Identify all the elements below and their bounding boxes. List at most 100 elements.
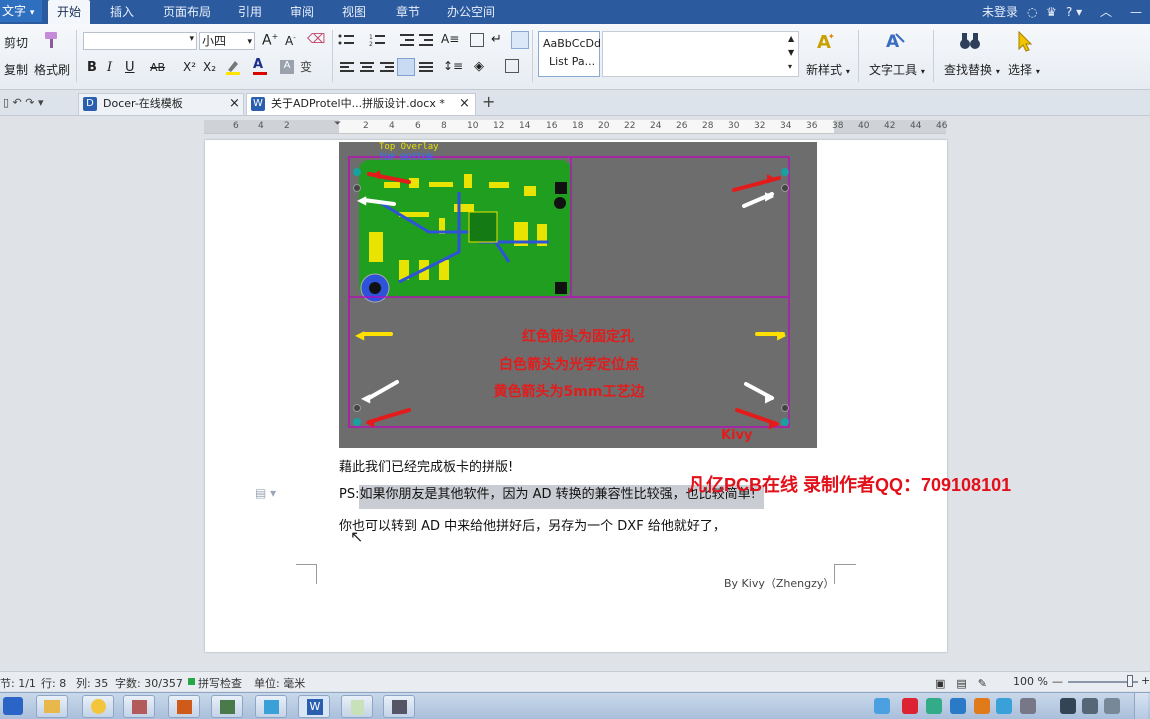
font-size-select[interactable]: 小四 ▾ <box>199 32 255 50</box>
font-color-icon[interactable]: A <box>253 57 267 75</box>
clear-format-icon[interactable]: ⌫ <box>307 32 325 47</box>
bullet-list-icon[interactable] <box>338 33 354 47</box>
numbered-list-icon[interactable]: 12 <box>369 33 385 48</box>
document-line-1[interactable]: 藉此我们已经完成板卡的拼版! <box>339 456 513 475</box>
align-right-icon[interactable] <box>380 61 394 75</box>
shading-icon[interactable]: ◈ <box>474 59 484 74</box>
tray-icon[interactable] <box>926 698 942 714</box>
font-name-select[interactable]: ▾ <box>83 32 197 50</box>
login-status[interactable]: 未登录 <box>982 0 1018 24</box>
horizontal-ruler[interactable]: 6 4 2 2 4 6 8 10 12 14 16 18 20 22 24 26 28 30 32 34 36 38 40 4… <box>204 120 947 134</box>
copy-button[interactable]: 复制 <box>4 61 28 78</box>
decrease-indent-icon[interactable] <box>400 33 414 47</box>
help-icon[interactable]: ? ▾ <box>1066 0 1082 24</box>
zoom-out-icon[interactable]: — <box>1052 675 1063 688</box>
text-tools-button[interactable]: 文字工具 ▾ <box>869 61 925 78</box>
new-style-icon[interactable]: A ✦ <box>815 30 837 53</box>
italic-icon[interactable]: I <box>107 60 112 75</box>
new-tab-icon[interactable]: + <box>482 92 495 111</box>
new-style-button[interactable]: 新样式 ▾ <box>806 61 850 78</box>
distributed-icon[interactable] <box>419 61 433 75</box>
shrink-font-icon[interactable]: A- <box>285 34 296 48</box>
taskbar-app-icon[interactable] <box>123 695 155 718</box>
indent-marker-icon[interactable]: ⏷ <box>334 119 341 129</box>
status-zoom[interactable]: 100 % <box>1013 675 1048 688</box>
taskbar-app-icon[interactable] <box>255 695 287 718</box>
start-button-icon[interactable] <box>3 697 23 715</box>
taskbar-explorer-icon[interactable] <box>36 695 68 718</box>
skin-icon[interactable]: ♛ <box>1046 0 1057 24</box>
tab-home[interactable]: 开始 <box>48 0 90 24</box>
tray-icon[interactable] <box>1020 698 1036 714</box>
binoculars-icon[interactable] <box>958 30 982 52</box>
highlight-icon[interactable] <box>225 58 241 76</box>
volume-icon[interactable] <box>1082 698 1098 714</box>
zoom-slider-thumb[interactable] <box>1127 675 1133 687</box>
quick-access-icons[interactable]: ▯ ↶ ↷ ▾ <box>3 96 44 109</box>
border-icon[interactable] <box>505 59 519 73</box>
pinyin-icon[interactable]: 变 <box>300 58 312 75</box>
paragraph-handle-icon[interactable]: ▤ ▾ <box>255 486 276 500</box>
minimize-icon[interactable]: — <box>1130 0 1142 24</box>
tab-docer-templates[interactable]: D Docer-在线模板 × <box>78 93 244 115</box>
status-unit[interactable]: 单位: 毫米 <box>254 675 305 691</box>
zoom-in-icon[interactable]: + <box>1141 674 1150 687</box>
underline-icon[interactable]: U <box>125 60 135 75</box>
text-direction-icon[interactable]: A≡ <box>441 32 459 46</box>
tab-chapter[interactable]: 章节 <box>396 0 420 24</box>
taskbar-app-icon[interactable] <box>211 695 243 718</box>
char-shading-icon[interactable]: A <box>280 60 294 74</box>
style-gallery-item[interactable]: AaBbCcDd List Pa... <box>538 31 601 77</box>
tray-icon[interactable] <box>902 698 918 714</box>
increase-indent-icon[interactable] <box>419 33 433 47</box>
document-line-3[interactable]: 你也可以转到 AD 中来给他拼好后，另存为一个 DXF 给他就好了， <box>339 515 726 534</box>
tray-icon[interactable] <box>950 698 966 714</box>
paragraph-settings-icon[interactable] <box>511 31 529 49</box>
tray-icon[interactable] <box>874 698 890 714</box>
sync-icon[interactable]: ◌ <box>1027 0 1037 24</box>
status-spellcheck[interactable]: 拼写检查 <box>198 675 242 691</box>
tab-insert[interactable]: 插入 <box>110 0 134 24</box>
superscript-icon[interactable]: X² <box>183 60 196 74</box>
cursor-select-icon[interactable] <box>1016 30 1034 52</box>
tab-references[interactable]: 引用 <box>238 0 262 24</box>
status-word-count[interactable]: 字数: 30/357 <box>115 675 183 691</box>
tray-icon[interactable] <box>996 698 1012 714</box>
strikethrough-icon[interactable]: AB <box>150 61 165 74</box>
cut-button[interactable]: 剪切 <box>4 34 28 51</box>
select-button[interactable]: 选择 ▾ <box>1008 61 1040 78</box>
tab-office-space[interactable]: 办公空间 <box>447 0 495 24</box>
text-tools-icon[interactable]: A <box>884 30 906 52</box>
taskbar-app-icon[interactable] <box>341 695 373 718</box>
align-left-icon[interactable] <box>340 61 354 75</box>
taskbar-wps-writer-icon[interactable]: W <box>298 695 330 718</box>
show-desktop-button[interactable] <box>1134 693 1148 719</box>
document-byline[interactable]: By Kivy（Zhengzy） <box>724 575 834 591</box>
tab-review[interactable]: 审阅 <box>290 0 314 24</box>
justify-icon[interactable] <box>397 58 415 76</box>
tab-page-layout[interactable]: 页面布局 <box>163 0 211 24</box>
network-icon[interactable] <box>1060 698 1076 714</box>
bold-icon[interactable]: B <box>87 60 97 75</box>
tab-active-document[interactable]: W 关于ADProtel中...拼版设计.docx * × <box>246 93 476 115</box>
style-gallery-scroll[interactable]: ▲ ▼ ▾ <box>788 32 794 74</box>
view-mode-icons[interactable]: ▣ ▤ ✎ <box>935 675 987 691</box>
show-marks-icon[interactable]: ↵ <box>491 32 502 47</box>
tray-icon[interactable] <box>974 698 990 714</box>
taskbar-app-icon[interactable] <box>168 695 200 718</box>
format-painter-icon[interactable] <box>42 30 60 50</box>
close-icon[interactable]: × <box>459 94 470 114</box>
find-replace-button[interactable]: 查找替换 ▾ <box>944 61 1000 78</box>
grow-font-icon[interactable]: A+ <box>262 32 278 49</box>
taskbar-app-icon[interactable] <box>383 695 415 718</box>
align-center-icon[interactable] <box>360 61 374 75</box>
taskbar-qq-icon[interactable] <box>82 695 114 718</box>
subscript-icon[interactable]: X₂ <box>203 60 216 74</box>
close-icon[interactable]: × <box>229 94 240 114</box>
app-menu-button[interactable]: 文字 ▾ <box>0 0 42 22</box>
line-spacing-icon[interactable]: ↕≡ <box>443 59 463 73</box>
format-painter-button[interactable]: 格式刷 <box>34 61 70 78</box>
tray-icon[interactable] <box>1104 698 1120 714</box>
tab-view[interactable]: 视图 <box>342 0 366 24</box>
collapse-ribbon-icon[interactable]: ︿ <box>1100 0 1112 24</box>
